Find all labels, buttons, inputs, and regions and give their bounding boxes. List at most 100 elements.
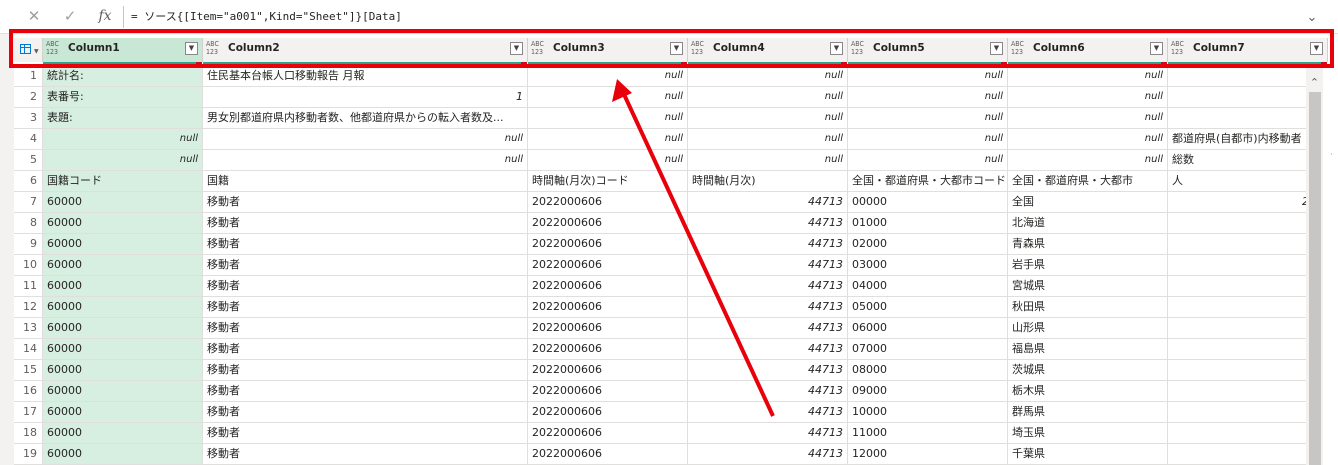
table-cell[interactable]: null	[203, 150, 528, 170]
table-cell[interactable]: 10000	[848, 402, 1008, 422]
table-cell[interactable]: 60000	[43, 297, 203, 317]
table-cell[interactable]: 44713	[688, 255, 848, 275]
table-cell[interactable]: 移動者	[203, 297, 528, 317]
table-cell[interactable]: 06000	[848, 318, 1008, 338]
table-cell[interactable]: null	[528, 108, 688, 128]
filter-dropdown-icon[interactable]: ▼	[1310, 42, 1323, 55]
table-cell[interactable]: 07000	[848, 339, 1008, 359]
row-number[interactable]: 6	[14, 171, 43, 191]
table-cell[interactable]: 3	[1168, 276, 1306, 296]
table-cell[interactable]: 10	[1168, 444, 1306, 464]
scroll-thumb[interactable]	[1309, 92, 1321, 465]
row-number[interactable]: 12	[14, 297, 43, 317]
row-number[interactable]: 10	[14, 255, 43, 275]
table-cell[interactable]: null	[848, 108, 1008, 128]
table-cell[interactable]: 2022000606	[528, 318, 688, 338]
table-cell[interactable]: 表番号:	[43, 87, 203, 107]
table-cell[interactable]: 11	[1168, 423, 1306, 443]
table-cell[interactable]: 移動者	[203, 423, 528, 443]
row-number[interactable]: 13	[14, 318, 43, 338]
table-cell[interactable]: 表題:	[43, 108, 203, 128]
table-cell[interactable]: null	[1008, 129, 1168, 149]
table-cell[interactable]: 移動者	[203, 402, 528, 422]
table-cell[interactable]: 44713	[688, 276, 848, 296]
table-cell[interactable]: 2022000606	[528, 423, 688, 443]
table-cell[interactable]: 3	[1168, 360, 1306, 380]
table-cell[interactable]: null	[528, 129, 688, 149]
row-number[interactable]: 14	[14, 339, 43, 359]
table-cell[interactable]: null	[528, 66, 688, 86]
table-cell[interactable]: 移動者	[203, 318, 528, 338]
table-cell[interactable]: 住民基本台帳人口移動報告 月報	[203, 66, 528, 86]
table-cell[interactable]: null	[848, 66, 1008, 86]
table-cell[interactable]: 60000	[43, 276, 203, 296]
table-cell[interactable]: 都道府県(自都市)内移動者	[1168, 129, 1306, 149]
type-any-icon[interactable]: ABC 123	[206, 40, 219, 56]
table-cell[interactable]: 秋田県	[1008, 297, 1168, 317]
table-cell[interactable]: null	[688, 87, 848, 107]
table-cell[interactable]: 44713	[688, 318, 848, 338]
row-number[interactable]: 18	[14, 423, 43, 443]
row-number[interactable]: 4	[14, 129, 43, 149]
table-cell[interactable]: null	[848, 150, 1008, 170]
table-cell[interactable]: 60000	[43, 360, 203, 380]
table-cell[interactable]: 44713	[688, 234, 848, 254]
table-cell[interactable]: 04000	[848, 276, 1008, 296]
table-cell[interactable]: 移動者	[203, 339, 528, 359]
table-cell[interactable]: 60000	[43, 423, 203, 443]
table-cell[interactable]: 02000	[848, 234, 1008, 254]
table-cell[interactable]: 09000	[848, 381, 1008, 401]
vertical-scrollbar[interactable]: ⌃	[1306, 66, 1323, 465]
table-cell[interactable]: 01000	[848, 213, 1008, 233]
table-cell[interactable]	[1168, 66, 1306, 86]
type-any-icon[interactable]: ABC 123	[531, 40, 544, 56]
table-cell[interactable]: 人	[1168, 171, 1306, 191]
row-number[interactable]: 19	[14, 444, 43, 464]
table-cell[interactable]: 44713	[688, 297, 848, 317]
row-number[interactable]: 17	[14, 402, 43, 422]
table-cell[interactable]: 00000	[848, 192, 1008, 212]
table-cell[interactable]: 44713	[688, 213, 848, 233]
table-cell[interactable]: null	[688, 108, 848, 128]
table-cell[interactable]	[1168, 234, 1306, 254]
column-header-2[interactable]: ABC 123 Column2 ▼	[203, 38, 528, 66]
table-cell[interactable]: 60000	[43, 318, 203, 338]
table-cell[interactable]	[1168, 318, 1306, 338]
type-any-icon[interactable]: ABC 123	[46, 40, 59, 56]
table-cell[interactable]: 11000	[848, 423, 1008, 443]
filter-dropdown-icon[interactable]: ▼	[185, 42, 198, 55]
table-cell[interactable]: 2022000606	[528, 276, 688, 296]
table-cell[interactable]: 2022000606	[528, 234, 688, 254]
table-cell[interactable]: 60000	[43, 339, 203, 359]
table-cell[interactable]: 1	[1168, 255, 1306, 275]
table-cell[interactable]: 2022000606	[528, 444, 688, 464]
table-cell[interactable]: 60000	[43, 192, 203, 212]
row-number[interactable]: 7	[14, 192, 43, 212]
chevron-down-icon[interactable]: ⌄	[1302, 8, 1322, 28]
table-cell[interactable]: 60000	[43, 444, 203, 464]
table-cell[interactable]: 44713	[688, 381, 848, 401]
table-cell[interactable]: 岩手県	[1008, 255, 1168, 275]
table-cell[interactable]: 千葉県	[1008, 444, 1168, 464]
table-cell[interactable]: null	[1008, 150, 1168, 170]
cancel-icon[interactable]: ✕	[24, 6, 44, 26]
table-cell[interactable]: 移動者	[203, 444, 528, 464]
table-cell[interactable]: null	[688, 66, 848, 86]
type-any-icon[interactable]: ABC 123	[1011, 40, 1024, 56]
table-cell[interactable]: 2022000606	[528, 360, 688, 380]
table-cell[interactable]: 12000	[848, 444, 1008, 464]
type-any-icon[interactable]: ABC 123	[1171, 40, 1184, 56]
table-cell[interactable]: 全国・都道府県・大都市コード	[848, 171, 1008, 191]
table-cell[interactable]: 移動者	[203, 360, 528, 380]
table-cell[interactable]: 2022000606	[528, 297, 688, 317]
formula-input[interactable]: = ソース{[Item="a001",Kind="Sheet"]}[Data]	[131, 6, 1301, 28]
table-cell[interactable]: null	[688, 150, 848, 170]
table-cell[interactable]: null	[43, 129, 203, 149]
table-cell[interactable]: 60000	[43, 402, 203, 422]
row-number[interactable]: 2	[14, 87, 43, 107]
table-cell[interactable]: 2022000606	[528, 255, 688, 275]
table-cell[interactable]: 1	[1168, 381, 1306, 401]
filter-dropdown-icon[interactable]: ▼	[990, 42, 1003, 55]
row-number[interactable]: 5	[14, 150, 43, 170]
table-cell[interactable]: 国籍コード	[43, 171, 203, 191]
